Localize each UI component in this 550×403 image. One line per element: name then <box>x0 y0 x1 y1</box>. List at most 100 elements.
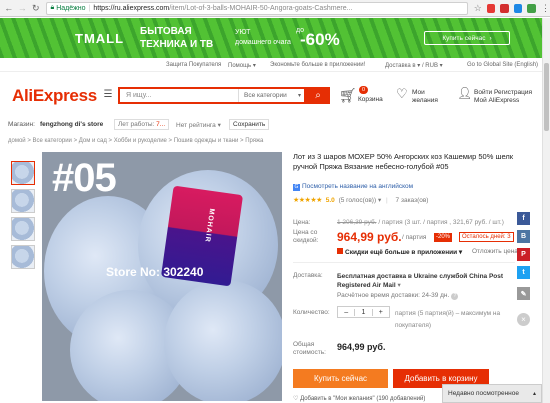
twitter-icon[interactable]: t <box>517 266 530 279</box>
recently-viewed-toggle[interactable]: Недавно посмотренное ▴ <box>442 384 542 403</box>
promo-banner[interactable]: TMALL БЫТОВАЯ ТЕХНИКА И ТВ УЮТ домашнего… <box>0 18 542 58</box>
scrollbar-thumb[interactable] <box>544 63 549 131</box>
rating-stars[interactable]: ★★★★★ <box>293 197 322 204</box>
buyer-protection-link[interactable]: Защита Покупателя <box>166 62 221 68</box>
quantity-label: Количество: <box>293 309 330 316</box>
banner-subline: УЮТ <box>235 29 251 36</box>
shipping-text: Бесплатная доставка в Ukraine службой Ch… <box>337 273 504 289</box>
product-main-image[interactable]: MOHAIR #05 Store No: 302240 <box>42 152 282 401</box>
store-years: Лет работы: 7... <box>114 119 170 130</box>
signin-register-links[interactable]: Войти Регистрация <box>474 89 532 96</box>
cart-count-badge: 0 <box>359 86 368 94</box>
chevron-up-icon: ▴ <box>532 391 536 397</box>
translate-label: Посмотреть название на английском <box>302 183 414 190</box>
old-price: 1 206,39 руб. / партия (3 шт. / партия ,… <box>337 219 504 226</box>
ship-to-currency[interactable]: Доставка в ▾ / RUB ▾ <box>385 62 443 69</box>
product-title: Лот из 3 шаров МОХЕР 50% Ангорских коз К… <box>293 152 514 171</box>
quantity-increase-button[interactable]: + <box>373 309 389 316</box>
category-menu-icon[interactable]: ☰ <box>98 87 118 102</box>
url-host: https://ru.aliexpress.com <box>93 4 170 12</box>
google-translate-icon: G <box>293 184 300 191</box>
mobile-app-icon <box>337 248 343 254</box>
vk-icon[interactable]: B <box>517 230 530 243</box>
color-number: #05 <box>52 156 117 200</box>
forward-icon[interactable]: → <box>17 3 27 13</box>
reload-icon[interactable]: ↻ <box>31 3 40 13</box>
price-unit: / партия <box>402 234 427 241</box>
banner-buy-button[interactable]: Купить сейчас › <box>424 31 510 45</box>
banner-headline: БЫТОВАЯ <box>140 26 192 37</box>
add-to-wishlist-link[interactable]: ♡ Добавить в "Мои желания" (190 добавлен… <box>293 395 425 402</box>
wishlist-label[interactable]: желания <box>412 97 438 104</box>
address-divider: | <box>88 4 91 12</box>
lock-icon: 🔒︎ <box>50 4 55 11</box>
search-icon: ⌕ <box>315 90 321 101</box>
search-button[interactable]: ⌕ <box>306 87 330 104</box>
recently-viewed-label: Недавно посмотренное <box>448 390 519 397</box>
chevron-right-icon: › <box>489 34 492 42</box>
cart-label[interactable]: Корзина <box>358 96 383 103</box>
my-aliexpress-link[interactable]: Мой AliExpress <box>474 97 519 104</box>
discount-badge: -20% <box>434 233 453 242</box>
divider <box>293 262 515 263</box>
thumbnail[interactable] <box>11 245 35 269</box>
wishlist-label[interactable]: Мои <box>412 89 425 96</box>
aliexpress-logo[interactable]: AliExpress <box>12 86 97 106</box>
search-category-select[interactable]: Все категории ▾ <box>238 89 304 102</box>
cart-icon[interactable]: 🛒︎ <box>339 87 357 104</box>
quantity-input[interactable]: 1 <box>354 308 373 316</box>
banner-headline: ТЕХНИКА И ТВ <box>140 39 214 50</box>
delivery-eta-text: Расчётное время доставки: 24-39 дн. <box>337 292 450 299</box>
facebook-icon[interactable]: f <box>517 212 530 225</box>
thumbnail[interactable] <box>11 161 35 185</box>
review-count[interactable]: (5 голос(ов)) ▾ <box>339 197 382 204</box>
add-to-wishlist-label: Добавить в "Мои желания" (190 добавлений… <box>300 396 426 402</box>
old-price-value: 1 206,39 руб. <box>337 219 377 226</box>
delivery-eta: Расчётное время доставки: 24-39 дн.? <box>337 292 459 300</box>
back-icon[interactable]: ← <box>4 3 13 13</box>
address-bar[interactable]: 🔒︎ Надёжно | https://ru.aliexpress.com /… <box>46 1 468 15</box>
search-input[interactable]: Я ищу... <box>120 92 238 99</box>
total-price: 964,99 руб. <box>337 342 386 352</box>
help-icon[interactable]: ? <box>451 293 459 300</box>
global-site-link[interactable]: Go to Global Site (English) <box>467 62 538 68</box>
thumbnail[interactable] <box>11 217 35 241</box>
app-promo-link[interactable]: Экономьте больше в приложении! <box>270 62 365 68</box>
sale-price: 964,99 руб. <box>337 230 402 244</box>
quantity-info: партия (5 партия(й) – максимум на покупа… <box>395 310 501 329</box>
store-years-value: 7... <box>156 121 166 128</box>
heart-icon[interactable]: ♡ <box>396 86 408 102</box>
close-icon[interactable]: × <box>517 313 530 326</box>
price-alert-link[interactable]: Отложить цена <box>472 248 518 255</box>
breadcrumb[interactable]: домой > Все категории > Дом и сад > Хобб… <box>8 138 263 144</box>
edit-icon[interactable]: ✎ <box>517 287 530 300</box>
save-store-button[interactable]: Сохранить <box>229 119 270 130</box>
help-link[interactable]: Помощь ▾ <box>228 62 256 69</box>
store-name-link[interactable]: fengzhong di's store <box>40 121 103 128</box>
app-discount-link[interactable]: Скидки ещё больше в приложении ▾ <box>337 248 462 256</box>
shipping-option[interactable]: Бесплатная доставка в Ukraine службой Ch… <box>337 272 517 290</box>
translate-title-link[interactable]: G Посмотреть название на английском <box>293 183 413 191</box>
quantity-decrease-button[interactable]: – <box>338 309 354 316</box>
extension-icon[interactable] <box>513 3 523 13</box>
yarn-ball <box>164 280 282 401</box>
heart-icon: ♡ <box>293 396 299 402</box>
banner-discount: -60% <box>300 30 340 49</box>
extension-icon[interactable] <box>500 3 509 13</box>
pinterest-icon[interactable]: P <box>517 248 530 261</box>
page-scrollbar[interactable] <box>542 18 550 403</box>
browser-toolbar: ← → ↻ 🔒︎ Надёжно | https://ru.aliexpress… <box>0 0 550 17</box>
thumbnail[interactable] <box>11 189 35 213</box>
image-thumbnails <box>11 161 37 273</box>
browser-menu-icon[interactable]: ⋮ <box>541 3 550 13</box>
user-icon[interactable]: 👤︎ <box>457 86 472 100</box>
store-rating-dropdown[interactable]: Нет рейтинга ▾ <box>173 119 224 130</box>
bookmark-star-icon[interactable]: ☆ <box>474 3 482 14</box>
search-category-label: Все категории <box>244 92 287 99</box>
buy-now-button[interactable]: Купить сейчас <box>293 369 388 388</box>
sale-price-label: скидкой: <box>293 237 319 244</box>
store-years-label: Лет работы: <box>118 121 155 128</box>
extension-icon[interactable] <box>527 3 536 13</box>
price-label: Цена: <box>293 219 311 226</box>
extension-icon[interactable] <box>486 3 496 13</box>
